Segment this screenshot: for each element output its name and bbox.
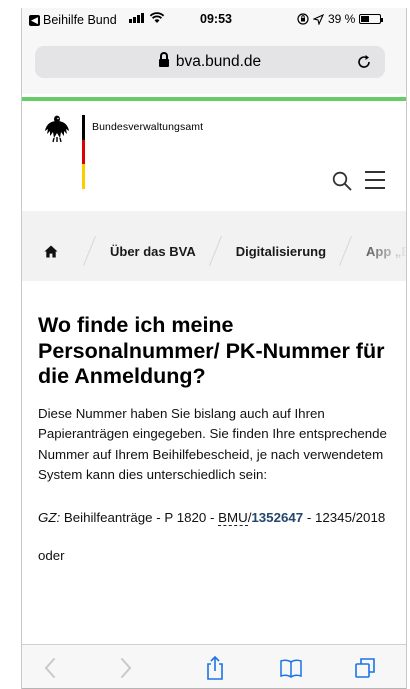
address-bar-area: bva.bund.de — [22, 30, 406, 94]
battery-icon — [359, 14, 384, 24]
url-field[interactable]: bva.bund.de — [35, 46, 385, 78]
status-bar: ◀ Beihilfe Bund 09:53 39 % — [22, 8, 406, 30]
home-icon[interactable] — [44, 245, 58, 258]
german-flag-bar — [82, 115, 85, 189]
intro-paragraph: Diese Nummer haben Sie bislang auch auf … — [38, 405, 387, 483]
breadcrumb-item-digitalisierung[interactable]: Digitalisierung — [236, 244, 326, 259]
url-text: bva.bund.de — [175, 53, 262, 70]
or-text: oder — [38, 548, 65, 563]
share-icon[interactable] — [202, 655, 228, 681]
phone-screen: ◀ Beihilfe Bund 09:53 39 % bva.bund.de B… — [21, 8, 407, 689]
tabs-icon[interactable] — [352, 655, 378, 681]
gz-suffix: - 12345/2018 — [303, 509, 386, 525]
bookmarks-icon[interactable] — [278, 655, 304, 681]
org-name[interactable]: Bundesverwaltungsamt — [92, 121, 203, 133]
gz-prefix: Beihilfeanträge - P 1820 - — [60, 509, 219, 525]
orientation-lock-icon — [297, 13, 309, 25]
cellular-signal-icon — [129, 13, 144, 23]
bmu-abbreviation: BMU — [218, 509, 248, 526]
status-right-group: 39 % — [297, 12, 384, 26]
site-header: Bundesverwaltungsamt — [22, 101, 406, 207]
breadcrumb-separator — [206, 237, 226, 265]
gz-example: GZ: Beihilfeanträge - P 1820 - BMU/13526… — [38, 508, 398, 529]
forward-icon[interactable] — [112, 655, 138, 681]
breadcrumb-item-about[interactable]: Über das BVA — [110, 244, 196, 259]
location-icon — [313, 13, 324, 25]
federal-eagle-logo[interactable] — [44, 113, 70, 143]
breadcrumb-fade — [348, 211, 406, 281]
search-icon[interactable] — [332, 171, 352, 191]
back-arrow-icon: ◀ — [29, 14, 40, 26]
lock-icon — [158, 52, 169, 69]
wifi-icon — [149, 12, 165, 23]
gz-label: GZ: — [38, 509, 61, 525]
reload-icon[interactable] — [355, 53, 373, 71]
back-icon[interactable] — [38, 655, 64, 681]
breadcrumb: Über das BVA Digitalisierung App „Beihil… — [22, 211, 406, 281]
battery-percent: 39 % — [328, 12, 356, 26]
browser-toolbar — [22, 644, 406, 688]
hamburger-menu-icon[interactable] — [365, 171, 385, 189]
pk-number-highlight: 1352647 — [251, 509, 304, 525]
article-content: Wo finde ich meine Personalnummer/ PK-Nu… — [38, 313, 398, 563]
back-app-label: Beihilfe Bund — [43, 13, 117, 27]
page-title: Wo finde ich meine Personalnummer/ PK-Nu… — [38, 313, 385, 388]
back-to-app-link[interactable]: ◀ Beihilfe Bund — [29, 13, 117, 27]
clock-time: 09:53 — [200, 12, 232, 26]
breadcrumb-separator — [80, 237, 100, 265]
